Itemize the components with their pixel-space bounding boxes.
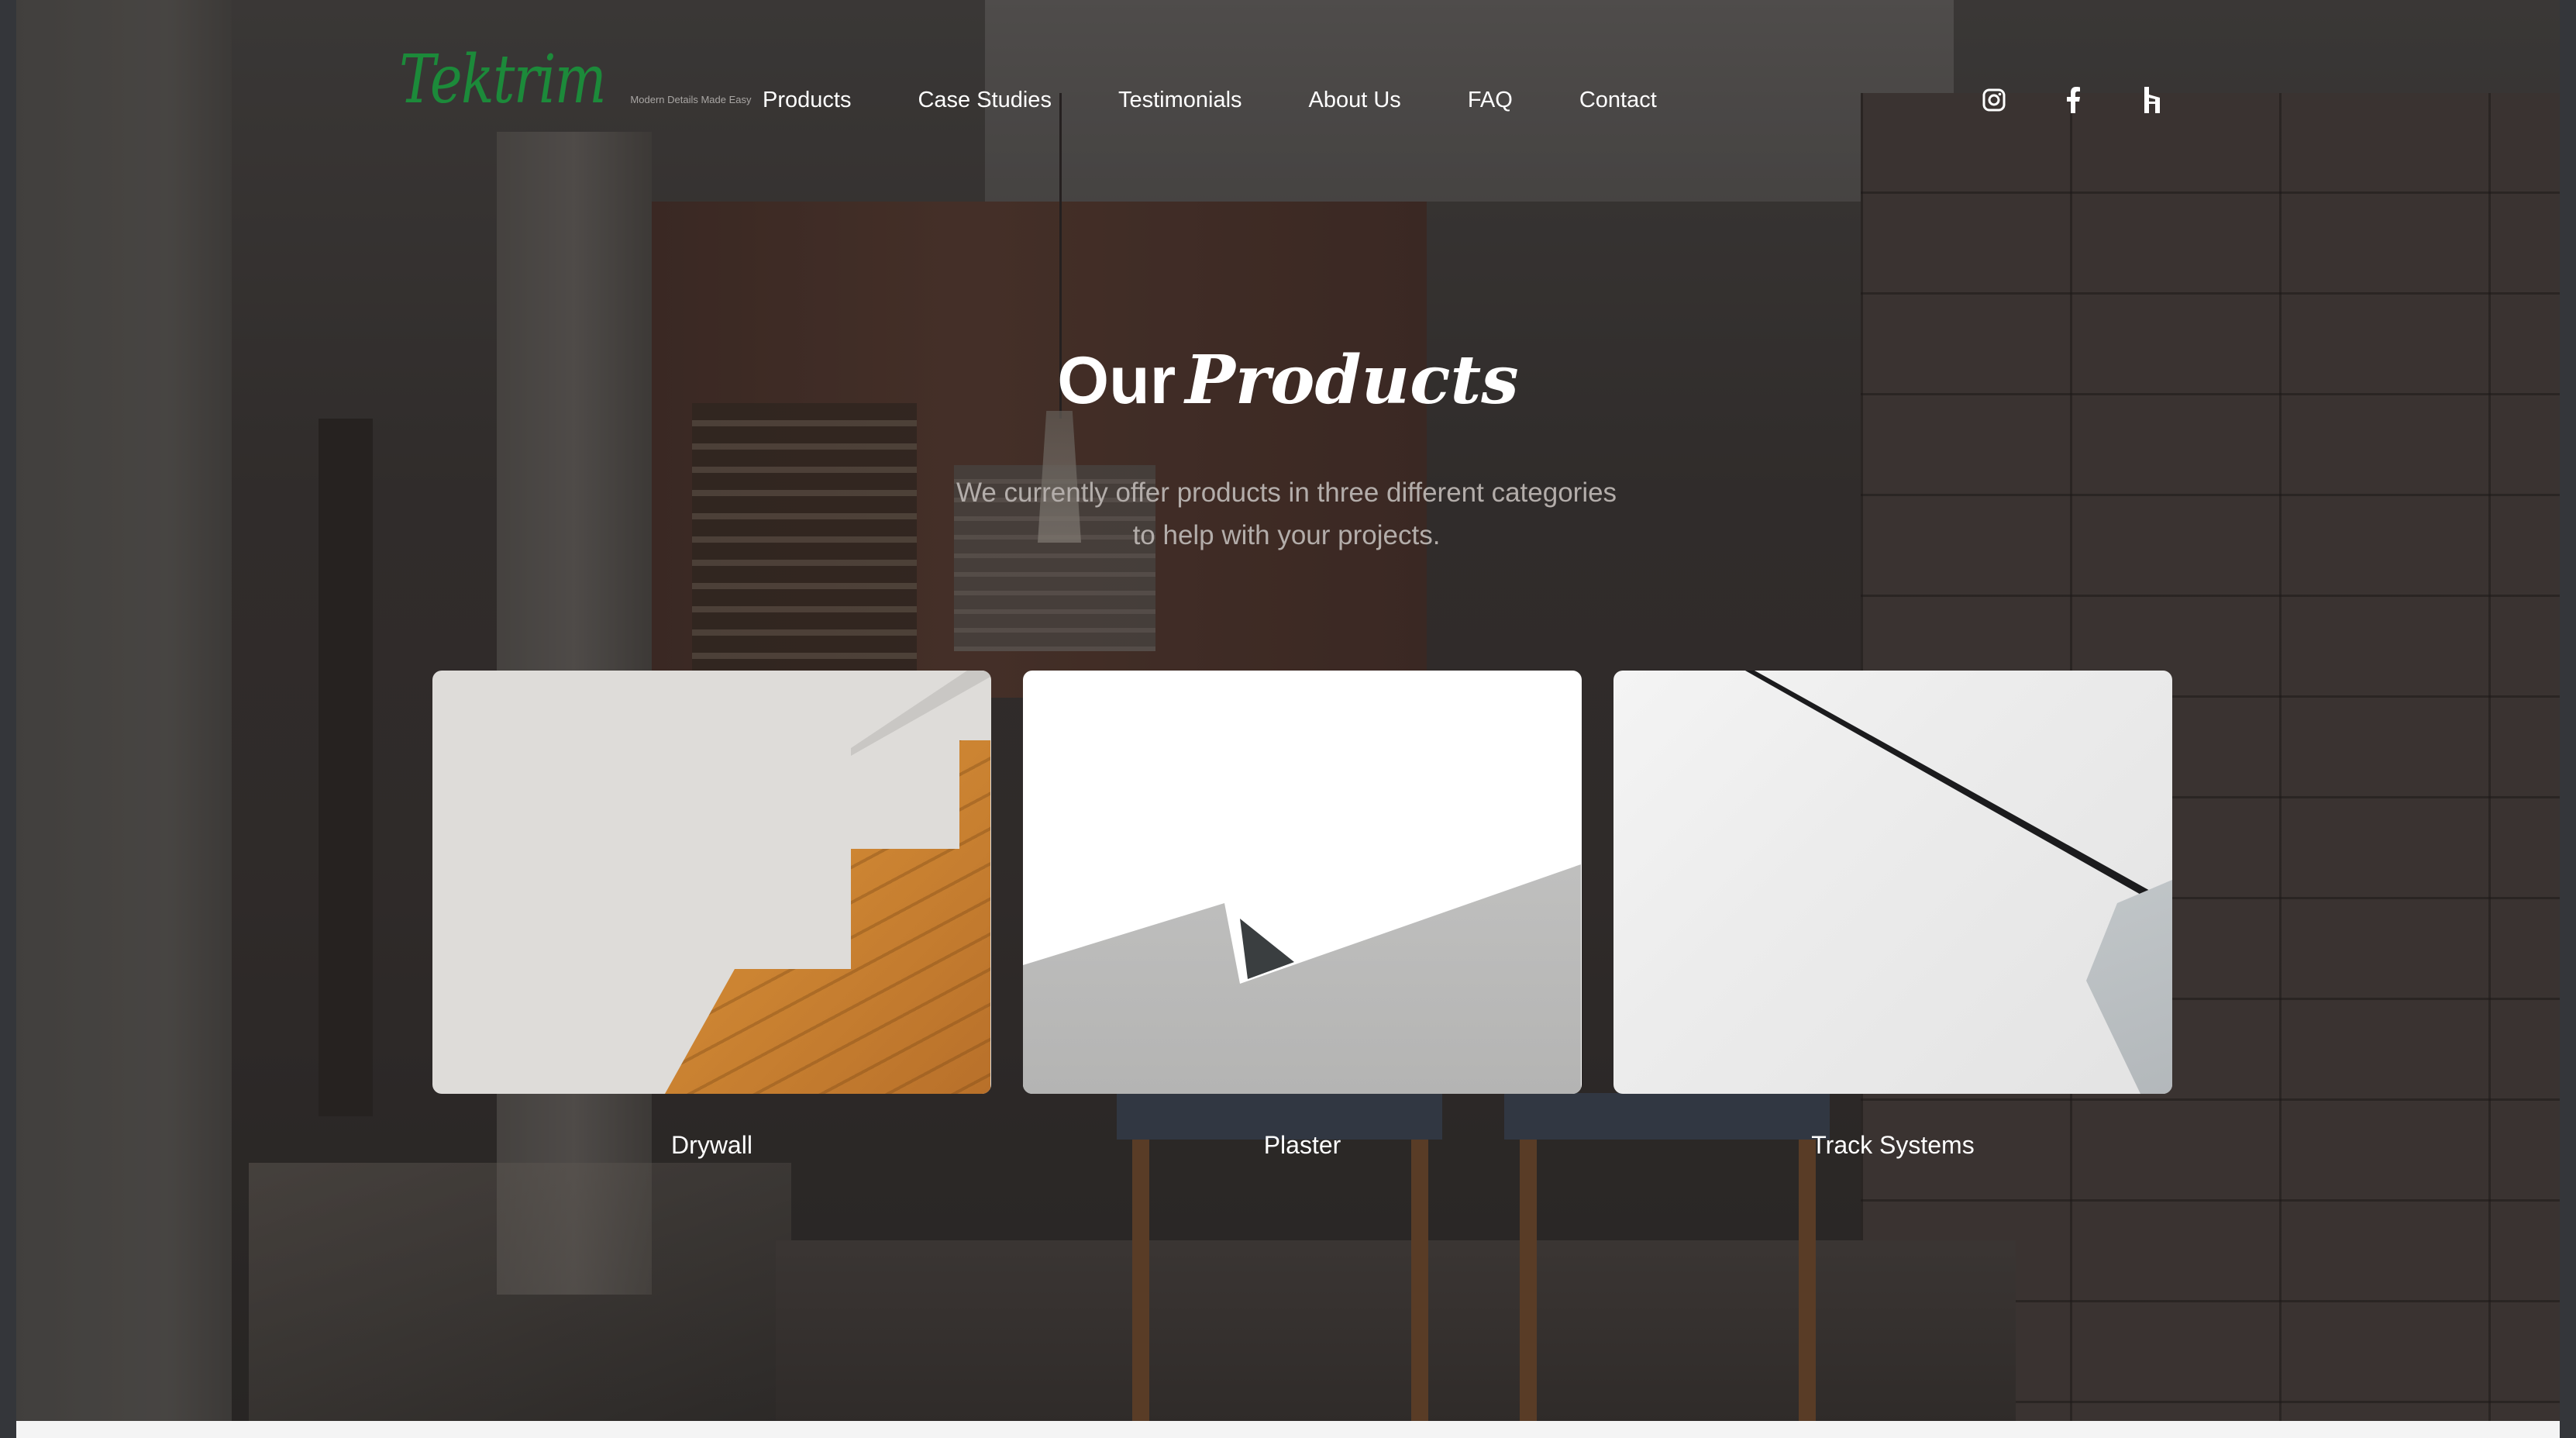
product-label[interactable]: Track Systems	[1613, 1131, 2172, 1160]
title-products: Products	[1185, 341, 1519, 419]
brand-logo[interactable]: Tektrim Modern Details Made Easy	[399, 47, 752, 113]
instagram-icon[interactable]	[1981, 87, 2007, 113]
facebook-icon[interactable]	[2060, 87, 2086, 113]
nav-testimonials[interactable]: Testimonials	[1118, 88, 1242, 113]
logo-tagline: Modern Details Made Easy	[630, 94, 752, 105]
nav-about-us[interactable]: About Us	[1309, 88, 1401, 113]
track-systems-image[interactable]	[1613, 671, 2172, 1094]
product-label[interactable]: Plaster	[1023, 1131, 1582, 1160]
houzz-icon[interactable]	[2139, 87, 2165, 113]
main-nav: Products Case Studies Testimonials About…	[763, 88, 1657, 113]
logo-wordmark: Tektrim	[399, 41, 607, 119]
product-card-drywall[interactable]: Drywall	[432, 671, 991, 1160]
next-section-edge	[16, 1421, 2560, 1438]
nav-contact[interactable]: Contact	[1579, 88, 1657, 113]
page-edge-left	[0, 0, 16, 1438]
site-header: Tektrim Modern Details Made Easy Product…	[0, 0, 2576, 209]
plaster-image[interactable]	[1023, 671, 1582, 1094]
product-cards: Drywall Plaster Track Systems	[432, 671, 2172, 1160]
product-card-track-systems[interactable]: Track Systems	[1613, 671, 2172, 1160]
social-links	[1981, 87, 2165, 113]
drywall-image[interactable]	[432, 671, 991, 1094]
nav-faq[interactable]: FAQ	[1468, 88, 1513, 113]
page-subtitle: We currently offer products in three dif…	[956, 478, 1617, 550]
page-edge-right	[2560, 0, 2576, 1438]
title-our: Our	[1057, 343, 1176, 418]
product-card-plaster[interactable]: Plaster	[1023, 671, 1582, 1160]
nav-products[interactable]: Products	[763, 88, 851, 113]
product-label[interactable]: Drywall	[432, 1131, 991, 1160]
page-title: Our Products	[0, 341, 2576, 419]
nav-case-studies[interactable]: Case Studies	[918, 88, 1052, 113]
